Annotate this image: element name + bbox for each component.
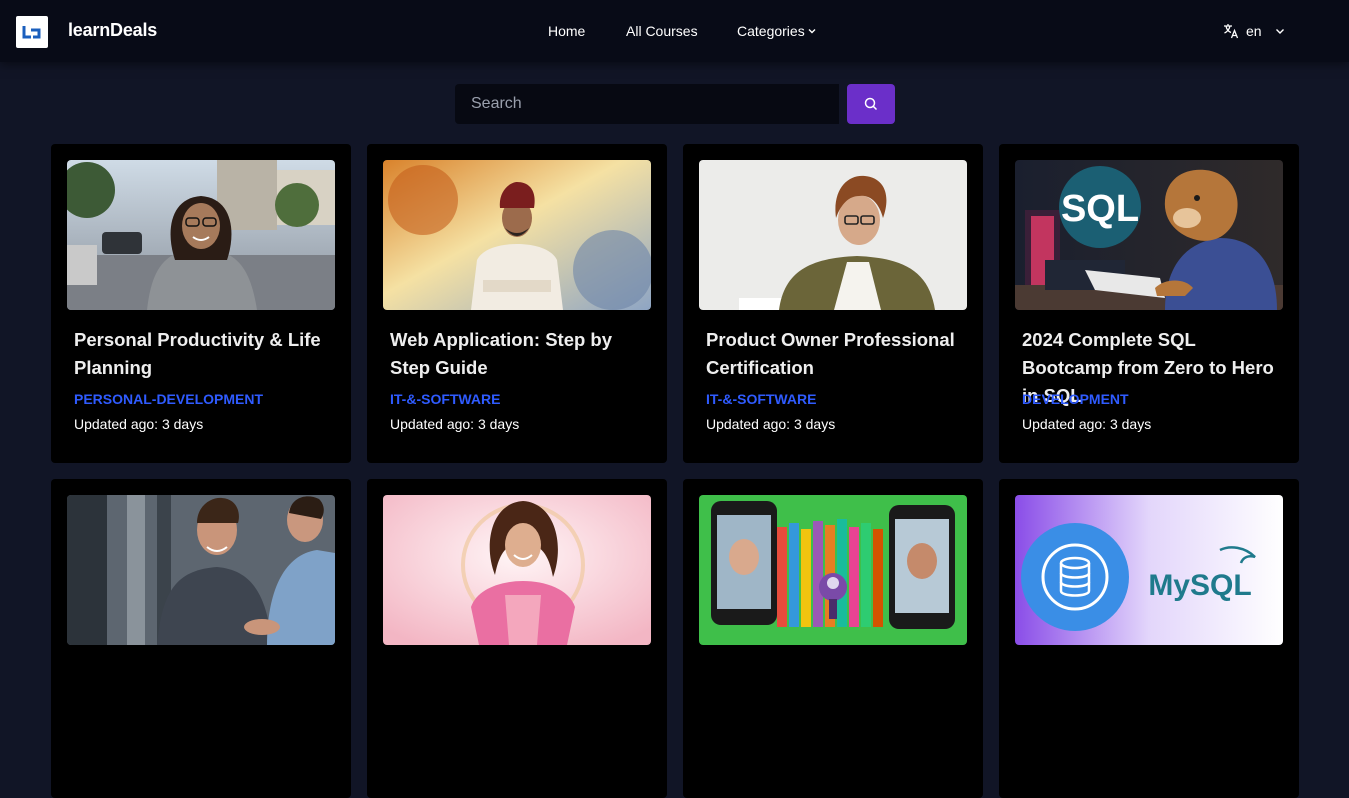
nav-categories-label: Categories [737,23,805,39]
course-thumbnail[interactable] [699,495,967,645]
course-title[interactable]: Product Owner Professional Certification [706,326,968,382]
course-category[interactable]: IT-&-SOFTWARE [706,391,816,407]
course-category[interactable]: DEVELOPMENT [1022,391,1129,407]
course-thumbnail[interactable]: MySQL [1015,495,1283,645]
chevron-down-icon [808,29,816,34]
search-button[interactable] [847,84,895,124]
course-updated: Updated ago: 3 days [706,416,836,432]
search-input[interactable] [455,84,839,124]
course-updated: Updated ago: 3 days [74,416,204,432]
course-thumbnail[interactable] [67,160,335,310]
nav-all-courses[interactable]: All Courses [626,23,698,39]
logo-icon [22,26,41,39]
nav-categories[interactable]: Categories [737,23,817,39]
search-icon [864,97,878,111]
mysql-image-text: MySQL [1148,569,1251,602]
chevron-down-icon [1275,29,1284,34]
course-thumbnail[interactable] [67,495,335,645]
course-card[interactable]: SQL 2024 Complete SQL Bootcamp from Zero… [999,144,1299,463]
course-updated: Updated ago: 3 days [390,416,520,432]
course-card[interactable] [367,479,667,798]
course-thumbnail[interactable]: SQL [1015,160,1283,310]
brand-name[interactable]: learnDeals [68,20,157,41]
course-thumbnail[interactable] [383,495,651,645]
nav-home[interactable]: Home [548,23,585,39]
course-card[interactable]: Product Owner Professional Certification… [683,144,983,463]
course-card[interactable]: MySQL [999,479,1299,798]
course-title[interactable]: Web Application: Step by Step Guide [390,326,652,382]
course-card[interactable] [683,479,983,798]
course-title[interactable]: Personal Productivity & Life Planning [74,326,336,382]
top-navbar: learnDeals Home All Courses Categories e… [0,0,1349,62]
course-thumbnail[interactable] [699,160,967,310]
course-card[interactable]: Personal Productivity & Life Planning PE… [51,144,351,463]
course-card[interactable] [51,479,351,798]
course-thumbnail[interactable] [383,160,651,310]
sql-image-text: SQL [1061,188,1139,230]
course-updated: Updated ago: 3 days [1022,416,1152,432]
course-card[interactable]: Web Application: Step by Step Guide IT-&… [367,144,667,463]
site-logo[interactable] [16,16,48,48]
course-category[interactable]: IT-&-SOFTWARE [390,391,500,407]
language-label: en [1246,23,1262,39]
course-category[interactable]: PERSONAL-DEVELOPMENT [74,391,263,407]
language-selector[interactable]: en [1222,22,1286,40]
translate-icon [1224,24,1239,39]
